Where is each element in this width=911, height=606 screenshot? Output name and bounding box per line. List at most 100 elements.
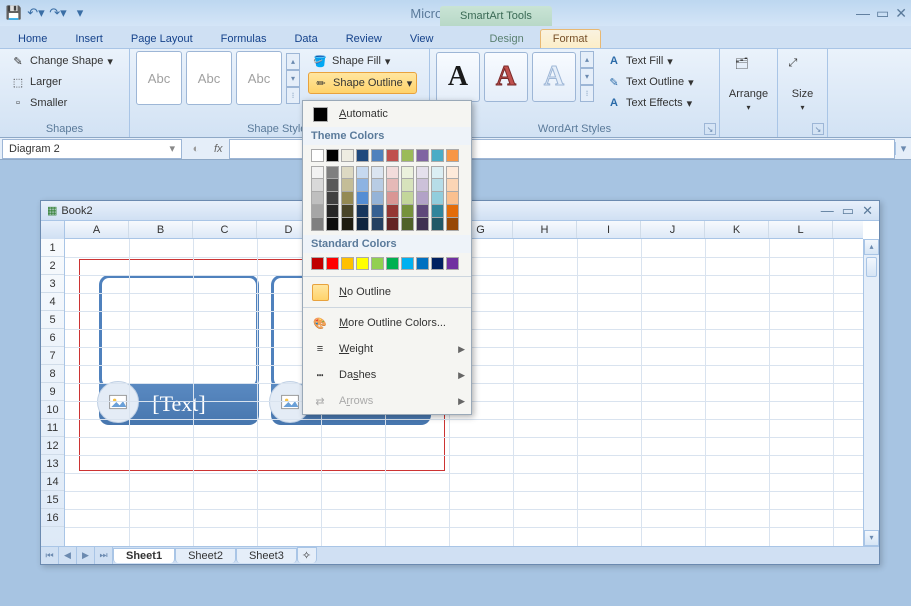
shape-style-preset[interactable]: Abc bbox=[236, 51, 282, 105]
row-header[interactable]: 7 bbox=[41, 347, 64, 365]
change-shape-button[interactable]: ✎Change Shape ▾ bbox=[6, 51, 117, 71]
color-swatch[interactable] bbox=[386, 179, 399, 192]
tab-view[interactable]: View bbox=[398, 30, 446, 48]
color-swatch[interactable] bbox=[326, 166, 339, 179]
color-swatch[interactable] bbox=[416, 257, 429, 270]
color-swatch[interactable] bbox=[326, 179, 339, 192]
color-swatch[interactable] bbox=[431, 166, 444, 179]
color-swatch[interactable] bbox=[356, 218, 369, 231]
color-swatch[interactable] bbox=[431, 179, 444, 192]
color-swatch[interactable] bbox=[401, 218, 414, 231]
row-header[interactable]: 13 bbox=[41, 455, 64, 473]
picture-placeholder-icon[interactable] bbox=[97, 381, 139, 423]
color-swatch[interactable] bbox=[401, 179, 414, 192]
child-minimize-icon[interactable]: — bbox=[821, 203, 834, 219]
gallery-scroll-down-icon[interactable]: ▾ bbox=[580, 68, 594, 85]
row-header[interactable]: 10 bbox=[41, 401, 64, 419]
sheet-nav-last-icon[interactable]: ⏭ bbox=[95, 547, 113, 564]
row-header[interactable]: 5 bbox=[41, 311, 64, 329]
row-header[interactable]: 2 bbox=[41, 257, 64, 275]
column-header[interactable]: J bbox=[641, 221, 705, 238]
column-header[interactable]: B bbox=[129, 221, 193, 238]
shape-outline-button[interactable]: ✏Shape Outline ▾ bbox=[308, 72, 417, 94]
color-swatch[interactable] bbox=[446, 192, 459, 205]
tab-page-layout[interactable]: Page Layout bbox=[119, 30, 205, 48]
color-swatch[interactable] bbox=[431, 257, 444, 270]
larger-button[interactable]: ⬚Larger bbox=[6, 72, 117, 92]
shape-fill-button[interactable]: 🪣Shape Fill ▾ bbox=[308, 51, 417, 71]
automatic-color-button[interactable]: Automatic bbox=[303, 101, 471, 127]
color-swatch[interactable] bbox=[326, 205, 339, 218]
color-swatch[interactable] bbox=[371, 218, 384, 231]
color-swatch[interactable] bbox=[446, 149, 459, 162]
color-swatch[interactable] bbox=[401, 192, 414, 205]
smartart-text[interactable]: [Text] bbox=[152, 391, 205, 417]
color-swatch[interactable] bbox=[371, 179, 384, 192]
insert-sheet-icon[interactable]: ✧ bbox=[297, 547, 317, 563]
sheet-tab[interactable]: Sheet1 bbox=[113, 548, 175, 563]
gallery-scroll-up-icon[interactable]: ▴ bbox=[286, 53, 300, 70]
fx-icon[interactable]: fx bbox=[208, 143, 229, 155]
color-swatch[interactable] bbox=[386, 149, 399, 162]
row-header[interactable]: 4 bbox=[41, 293, 64, 311]
color-swatch[interactable] bbox=[341, 257, 354, 270]
minimize-icon[interactable]: — bbox=[856, 5, 870, 22]
column-header[interactable]: A bbox=[65, 221, 129, 238]
color-swatch[interactable] bbox=[356, 257, 369, 270]
redo-icon[interactable]: ↷▾ bbox=[48, 3, 68, 23]
color-swatch[interactable] bbox=[401, 205, 414, 218]
sheet-tab[interactable]: Sheet2 bbox=[175, 548, 236, 563]
color-swatch[interactable] bbox=[371, 257, 384, 270]
smartart-shape[interactable]: [Text] bbox=[99, 275, 259, 425]
color-swatch[interactable] bbox=[431, 149, 444, 162]
row-header[interactable]: 3 bbox=[41, 275, 64, 293]
color-swatch[interactable] bbox=[311, 205, 324, 218]
tab-formulas[interactable]: Formulas bbox=[209, 30, 279, 48]
color-swatch[interactable] bbox=[371, 149, 384, 162]
color-swatch[interactable] bbox=[386, 257, 399, 270]
color-swatch[interactable] bbox=[371, 205, 384, 218]
color-swatch[interactable] bbox=[311, 179, 324, 192]
color-swatch[interactable] bbox=[431, 192, 444, 205]
color-swatch[interactable] bbox=[311, 149, 324, 162]
select-all-button[interactable] bbox=[41, 221, 65, 239]
tab-data[interactable]: Data bbox=[282, 30, 329, 48]
color-swatch[interactable] bbox=[341, 192, 354, 205]
color-swatch[interactable] bbox=[401, 149, 414, 162]
row-header[interactable]: 15 bbox=[41, 491, 64, 509]
row-header[interactable]: 16 bbox=[41, 509, 64, 527]
color-swatch[interactable] bbox=[311, 166, 324, 179]
column-header[interactable]: I bbox=[577, 221, 641, 238]
color-swatch[interactable] bbox=[446, 218, 459, 231]
text-fill-button[interactable]: AText Fill ▾ bbox=[602, 51, 698, 71]
gallery-more-icon[interactable]: ⁝ bbox=[580, 85, 594, 102]
color-swatch[interactable] bbox=[311, 218, 324, 231]
tab-insert[interactable]: Insert bbox=[63, 30, 115, 48]
wordart-gallery[interactable]: A A A ▴ ▾ ⁝ bbox=[436, 51, 594, 102]
color-swatch[interactable] bbox=[431, 218, 444, 231]
wordart-dialog-icon[interactable]: ↘ bbox=[704, 123, 716, 135]
text-effects-button[interactable]: AText Effects ▾ bbox=[602, 93, 698, 113]
shape-styles-gallery[interactable]: Abc Abc Abc ▴ ▾ ⁝ bbox=[136, 51, 300, 105]
arrange-button[interactable]: 🗂Arrange▾ bbox=[726, 51, 771, 117]
column-header[interactable]: L bbox=[769, 221, 833, 238]
color-swatch[interactable] bbox=[341, 166, 354, 179]
color-swatch[interactable] bbox=[341, 205, 354, 218]
color-swatch[interactable] bbox=[341, 149, 354, 162]
color-swatch[interactable] bbox=[416, 179, 429, 192]
color-swatch[interactable] bbox=[446, 179, 459, 192]
color-swatch[interactable] bbox=[386, 192, 399, 205]
color-swatch[interactable] bbox=[446, 257, 459, 270]
shape-style-preset[interactable]: Abc bbox=[186, 51, 232, 105]
column-header[interactable]: H bbox=[513, 221, 577, 238]
row-header[interactable]: 11 bbox=[41, 419, 64, 437]
color-swatch[interactable] bbox=[416, 218, 429, 231]
color-swatch[interactable] bbox=[311, 192, 324, 205]
tab-review[interactable]: Review bbox=[334, 30, 394, 48]
row-header[interactable]: 6 bbox=[41, 329, 64, 347]
sheet-nav-first-icon[interactable]: ⏮ bbox=[41, 547, 59, 564]
color-swatch[interactable] bbox=[356, 166, 369, 179]
color-swatch[interactable] bbox=[356, 205, 369, 218]
color-swatch[interactable] bbox=[326, 192, 339, 205]
weight-submenu[interactable]: ≡ Weight▶ bbox=[303, 336, 471, 362]
